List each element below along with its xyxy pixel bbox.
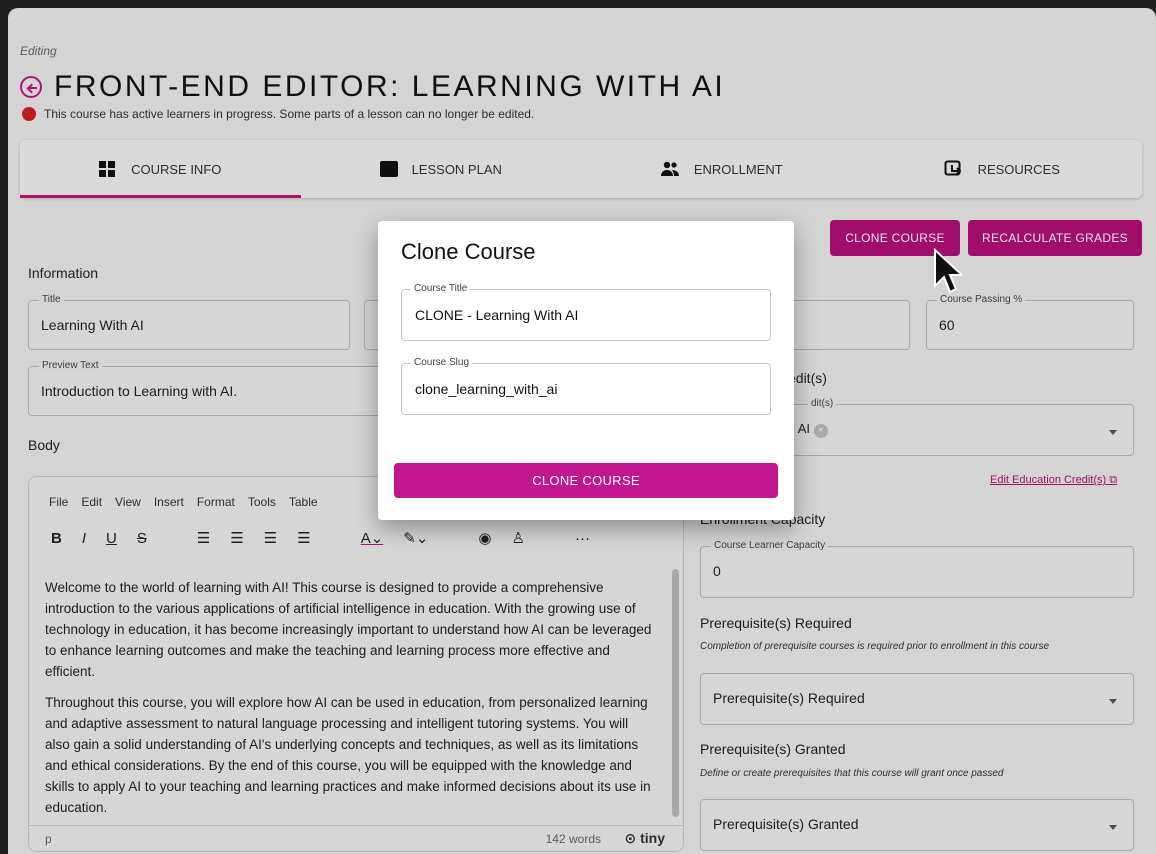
field-value: CLONE - Learning With AI [415,307,579,323]
field-label: Course Title [411,283,471,294]
field-value: clone_learning_with_ai [415,381,558,397]
dialog-title: Clone Course [401,239,536,264]
mouse-pointer-icon [934,248,962,294]
course-slug-input[interactable]: Course Slug clone_learning_with_ai [401,357,771,415]
clone-course-submit-button[interactable]: CLONE COURSE [394,463,778,498]
clone-course-dialog: Clone Course Course Title CLONE - Learni… [378,221,794,520]
field-label: Course Slug [411,357,473,368]
app-window: Editing FRONT-END EDITOR: LEARNING WITH … [8,8,1156,854]
course-title-input[interactable]: Course Title CLONE - Learning With AI [401,283,771,341]
